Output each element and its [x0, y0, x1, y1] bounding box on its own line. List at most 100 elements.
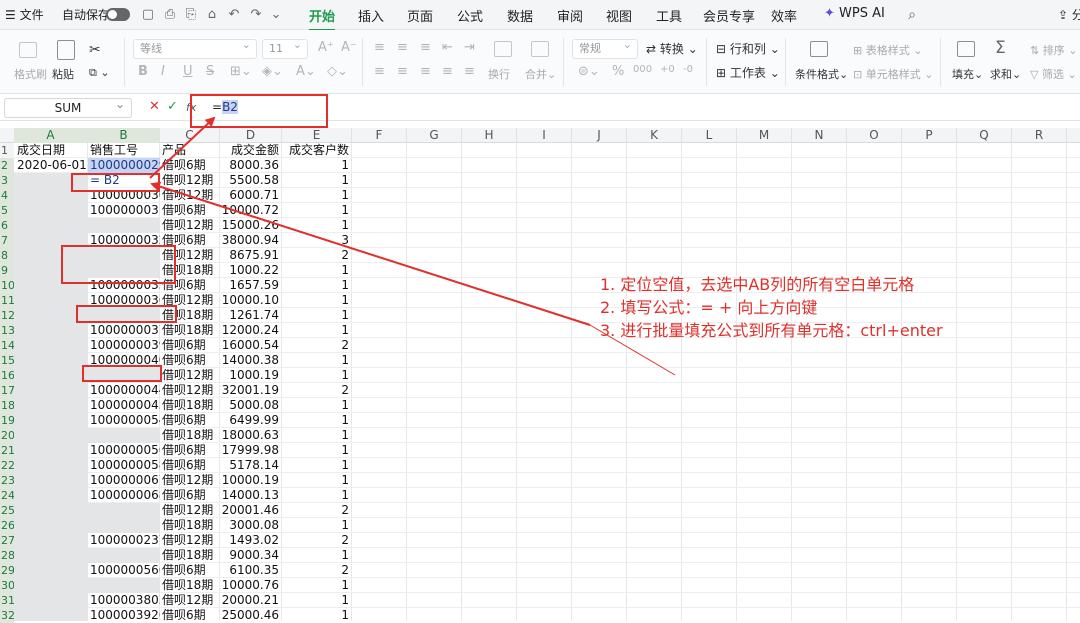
- table-cell[interactable]: 2: [282, 563, 352, 578]
- table-cell[interactable]: 6000.71: [220, 188, 282, 203]
- table-cell[interactable]: 1000000054: [88, 413, 160, 428]
- row-header[interactable]: 15: [0, 353, 15, 368]
- header-cell[interactable]: 产品: [160, 143, 220, 158]
- table-cell[interactable]: 借呗6期: [160, 353, 220, 368]
- table-cell[interactable]: 10000.72: [220, 203, 282, 218]
- more-chevron-icon[interactable]: ⌄: [268, 7, 284, 23]
- table-cell[interactable]: 借呗6期: [160, 458, 220, 473]
- column-header-k[interactable]: K: [627, 128, 682, 143]
- table-cell[interactable]: [88, 578, 160, 593]
- italic-icon[interactable]: I: [161, 64, 165, 79]
- column-header-f[interactable]: F: [352, 128, 407, 143]
- table-cell[interactable]: 2020-06-01: [14, 158, 88, 173]
- table-cell[interactable]: 12000.24: [220, 323, 282, 338]
- table-cell[interactable]: 1: [282, 188, 352, 203]
- table-cell[interactable]: 1: [282, 518, 352, 533]
- table-cell[interactable]: 1000000045: [88, 398, 160, 413]
- tab-insert[interactable]: 插入: [358, 6, 384, 25]
- number-format-select[interactable]: 常规: [572, 36, 638, 59]
- table-cell[interactable]: [14, 443, 88, 458]
- table-cell[interactable]: 2: [282, 248, 352, 263]
- table-cell[interactable]: 1000000056: [88, 443, 160, 458]
- confirm-icon[interactable]: ✓: [167, 99, 178, 114]
- table-cell[interactable]: [14, 218, 88, 233]
- currency-icon[interactable]: ⊜⌄: [578, 64, 600, 79]
- table-cell[interactable]: 20001.46: [220, 503, 282, 518]
- row-header[interactable]: 24: [0, 488, 15, 503]
- column-header-d[interactable]: D: [220, 128, 282, 143]
- indent-increase-icon[interactable]: ⇥: [464, 40, 475, 55]
- autosave-toggle[interactable]: [106, 8, 130, 21]
- column-header-i[interactable]: I: [517, 128, 572, 143]
- table-cell[interactable]: [88, 428, 160, 443]
- table-cell[interactable]: 1000000029: [88, 158, 160, 173]
- table-cell[interactable]: 借呗6期: [160, 203, 220, 218]
- table-cell[interactable]: 1: [282, 398, 352, 413]
- table-cell[interactable]: 借呗18期: [160, 428, 220, 443]
- row-header[interactable]: 22: [0, 458, 15, 473]
- table-cell[interactable]: 3: [282, 233, 352, 248]
- table-cell[interactable]: 20000.21: [220, 593, 282, 608]
- column-header-h[interactable]: H: [462, 128, 517, 143]
- table-cell[interactable]: [14, 383, 88, 398]
- table-cell[interactable]: 5500.58: [220, 173, 282, 188]
- table-cell[interactable]: [14, 368, 88, 383]
- table-cell[interactable]: 18000.63: [220, 428, 282, 443]
- distribute-icon[interactable]: ≡: [464, 64, 475, 79]
- table-cell[interactable]: 1: [282, 218, 352, 233]
- row-header[interactable]: 26: [0, 518, 15, 533]
- table-cell[interactable]: 1: [282, 578, 352, 593]
- header-cell[interactable]: 销售工号: [88, 143, 160, 158]
- row-header[interactable]: 6: [0, 218, 14, 233]
- align-left-icon[interactable]: ≡: [374, 64, 385, 79]
- strikethrough-icon[interactable]: S: [206, 64, 214, 79]
- column-header-g[interactable]: G: [407, 128, 462, 143]
- table-cell[interactable]: 1: [282, 458, 352, 473]
- table-cell[interactable]: 借呗12期: [160, 503, 220, 518]
- row-header[interactable]: 3: [0, 173, 14, 188]
- fill-button[interactable]: 填充⌄: [952, 66, 983, 82]
- table-cell[interactable]: [88, 218, 160, 233]
- row-header[interactable]: 30: [0, 578, 15, 593]
- column-header-r[interactable]: R: [1012, 128, 1067, 143]
- font-shrink-icon[interactable]: A⁻: [341, 40, 357, 55]
- table-cell[interactable]: 10000.19: [220, 473, 282, 488]
- column-header-a[interactable]: A: [14, 128, 88, 143]
- table-cell[interactable]: 38000.94: [220, 233, 282, 248]
- column-header-c[interactable]: C: [160, 128, 220, 143]
- format-painter-icon[interactable]: [19, 42, 37, 58]
- table-cell[interactable]: 1: [282, 293, 352, 308]
- table-cell[interactable]: 1: [282, 443, 352, 458]
- share-button[interactable]: ⇪ 分享: [1058, 7, 1080, 23]
- sum-button[interactable]: 求和⌄: [990, 66, 1021, 82]
- align-center-icon[interactable]: ≡: [397, 64, 408, 79]
- table-cell[interactable]: 1: [282, 473, 352, 488]
- table-cell[interactable]: 25000.46: [220, 608, 282, 621]
- table-cell[interactable]: [88, 518, 160, 533]
- justify-icon[interactable]: ≡: [442, 64, 453, 79]
- table-cell[interactable]: 借呗18期: [160, 518, 220, 533]
- align-right-icon[interactable]: ≡: [420, 64, 431, 79]
- column-header-n[interactable]: N: [792, 128, 847, 143]
- header-cell[interactable]: 成交日期: [14, 143, 88, 158]
- convert-button[interactable]: ⇄ 转换 ⌄: [646, 40, 698, 57]
- row-header[interactable]: 10: [0, 278, 15, 293]
- percent-icon[interactable]: %: [612, 64, 624, 79]
- cut-icon[interactable]: ✂: [89, 42, 101, 58]
- row-header[interactable]: 16: [0, 368, 15, 383]
- table-cell[interactable]: [14, 338, 88, 353]
- border-icon[interactable]: ⊞⌄: [230, 64, 252, 79]
- table-cell[interactable]: 1493.02: [220, 533, 282, 548]
- row-header[interactable]: 4: [0, 188, 14, 203]
- table-cell[interactable]: [14, 518, 88, 533]
- table-cell[interactable]: 借呗12期: [160, 218, 220, 233]
- table-cell[interactable]: 2: [282, 503, 352, 518]
- row-header[interactable]: 5: [0, 203, 14, 218]
- table-cell[interactable]: 1: [282, 428, 352, 443]
- table-cell[interactable]: 6100.35: [220, 563, 282, 578]
- table-cell[interactable]: [14, 428, 88, 443]
- table-cell[interactable]: 9000.34: [220, 548, 282, 563]
- table-cell[interactable]: 借呗6期: [160, 413, 220, 428]
- save-icon[interactable]: ▢: [140, 7, 156, 23]
- table-cell[interactable]: 10000.10: [220, 293, 282, 308]
